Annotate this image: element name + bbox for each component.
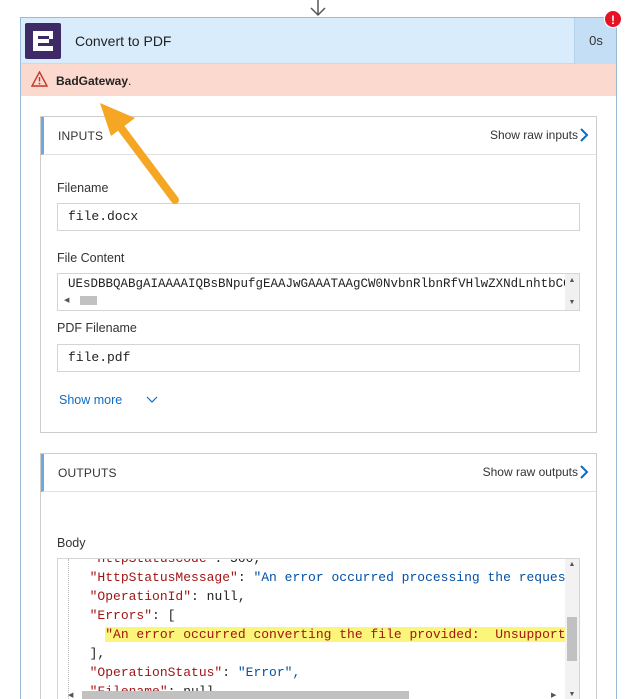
json-separator: :: [152, 608, 168, 623]
json-horizontal-thumb[interactable]: [82, 691, 409, 699]
scroll-left-icon[interactable]: ◀: [68, 691, 80, 699]
error-banner: BadGateway.: [21, 64, 616, 96]
annotation-arrow-icon: [100, 103, 179, 204]
json-value: "Error",: [237, 665, 301, 680]
vertical-scrollbar[interactable]: ▲ ▼: [565, 274, 579, 310]
body-json-viewer[interactable]: "HttpStatusCode": 500, "HttpStatusMessag…: [57, 558, 580, 699]
show-more-label: Show more: [59, 393, 123, 407]
json-key: "HttpStatusCode": [89, 558, 215, 566]
json-separator: :: [191, 589, 207, 604]
chevron-right-icon[interactable]: [578, 127, 590, 143]
scroll-down-icon[interactable]: ▼: [565, 297, 579, 309]
json-separator: :: [214, 558, 231, 566]
json-line: ],: [74, 645, 106, 663]
json-vertical-thumb[interactable]: [567, 617, 577, 661]
file-content-value: UEsDBBQABgAIAAAAIQBsBNpufgEAAJwGAAATAAgC…: [68, 277, 580, 291]
show-raw-outputs-link[interactable]: Show raw outputs: [483, 465, 578, 479]
outputs-header: OUTPUTS Show raw outputs: [41, 454, 596, 492]
outputs-section: OUTPUTS Show raw outputs Body "HttpStatu…: [40, 453, 597, 699]
pdf-filename-field[interactable]: file.pdf: [57, 344, 580, 372]
scroll-right-icon[interactable]: ▶: [551, 691, 561, 699]
encodian-logo-icon: [25, 23, 61, 59]
json-value: "An error occurred processing the reques…: [253, 570, 580, 585]
indent-guide: [68, 559, 69, 699]
json-line: "OperationStatus": "Error",: [74, 664, 301, 682]
json-value: 500,: [230, 558, 262, 566]
warning-triangle-icon: [31, 71, 48, 87]
json-separator: :: [222, 665, 238, 680]
error-code: BadGateway: [56, 74, 129, 88]
action-title: Convert to PDF: [75, 33, 172, 49]
json-line: "HttpStatusMessage": "An error occurred …: [74, 569, 580, 587]
json-line: "An error occurred converting the file p…: [74, 626, 579, 644]
body-label: Body: [57, 536, 86, 550]
json-error-string: "An error occurred converting the file p…: [105, 627, 579, 642]
json-key: "OperationId": [89, 589, 192, 604]
json-value: ],: [89, 646, 106, 661]
scroll-left-icon[interactable]: ◀: [64, 296, 76, 305]
json-line: "OperationId": null,: [74, 588, 246, 606]
show-more-link[interactable]: Show more: [59, 393, 158, 407]
error-message-tail: .: [128, 74, 132, 88]
horizontal-scrollbar-thumb[interactable]: [80, 296, 97, 305]
scroll-down-icon[interactable]: ▼: [565, 689, 579, 699]
action-header[interactable]: Convert to PDF 0s: [21, 18, 616, 64]
file-content-label: File Content: [57, 251, 125, 265]
error-badge-icon: !: [604, 10, 622, 28]
json-key: "HttpStatusMessage": [89, 570, 238, 585]
error-message: BadGateway.: [56, 74, 131, 88]
json-key: "OperationStatus": [89, 665, 223, 680]
chevron-down-icon: [146, 396, 158, 403]
json-vertical-scrollbar[interactable]: ▲ ▼: [565, 559, 579, 699]
chevron-right-icon[interactable]: [578, 464, 590, 480]
json-value: null,: [206, 589, 246, 604]
outputs-title: OUTPUTS: [58, 466, 117, 480]
scroll-up-icon[interactable]: ▲: [565, 559, 579, 571]
show-raw-inputs-link[interactable]: Show raw inputs: [490, 128, 578, 142]
scroll-up-icon[interactable]: ▲: [565, 275, 579, 287]
action-duration: 0s: [589, 33, 603, 48]
json-key: "Errors": [89, 608, 153, 623]
file-content-field[interactable]: UEsDBBQABgAIAAAAIQBsBNpufgEAAJwGAAATAAgC…: [57, 273, 580, 311]
json-value: [: [167, 608, 176, 623]
pdf-filename-label: PDF Filename: [57, 321, 137, 335]
json-line: "Errors": [: [74, 607, 176, 625]
flow-arrow-down-icon: [310, 0, 326, 17]
json-line: "HttpStatusCode": 500,: [74, 558, 262, 568]
json-separator: :: [237, 570, 254, 585]
